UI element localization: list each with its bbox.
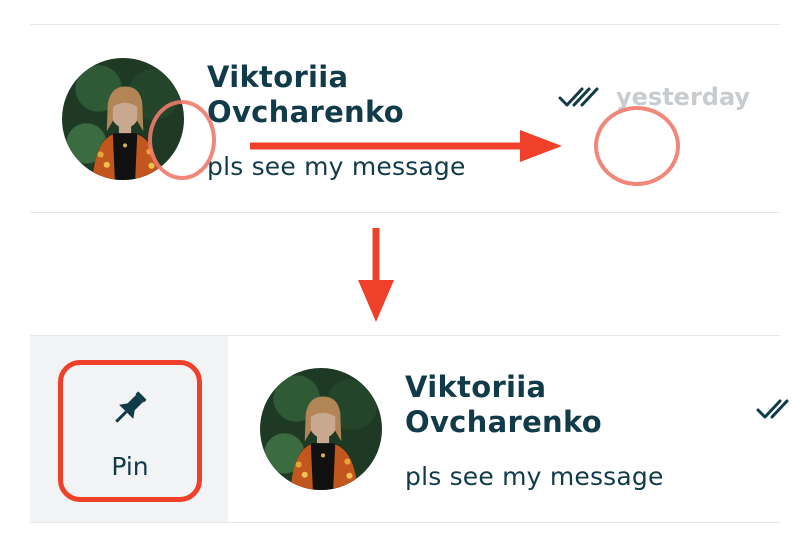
message-preview: pls see my message: [405, 462, 664, 491]
contact-name: Viktoriia Ovcharenko: [207, 60, 404, 130]
bottom-divider: [30, 522, 780, 523]
double-check-icon: [558, 87, 599, 107]
contact-name-line1: Viktoriia: [207, 60, 349, 94]
top-divider: [30, 24, 780, 25]
swipe-right-arrow-icon: [250, 130, 562, 162]
contact-name-line2: Ovcharenko: [405, 405, 603, 439]
contact-name-line1: Viktoriia: [405, 370, 547, 404]
pushpin-icon[interactable]: [106, 386, 152, 432]
swipe-end-circle: [594, 106, 680, 186]
pin-button-label[interactable]: Pin: [58, 452, 202, 481]
contact-name-line2: Ovcharenko: [207, 95, 405, 129]
contact-name: Viktoriia Ovcharenko: [405, 370, 602, 440]
avatar: [260, 368, 382, 490]
swipe-start-circle: [148, 100, 216, 180]
double-check-icon: [756, 399, 789, 419]
result-down-arrow-icon: [358, 228, 394, 322]
middle-divider: [30, 212, 780, 213]
